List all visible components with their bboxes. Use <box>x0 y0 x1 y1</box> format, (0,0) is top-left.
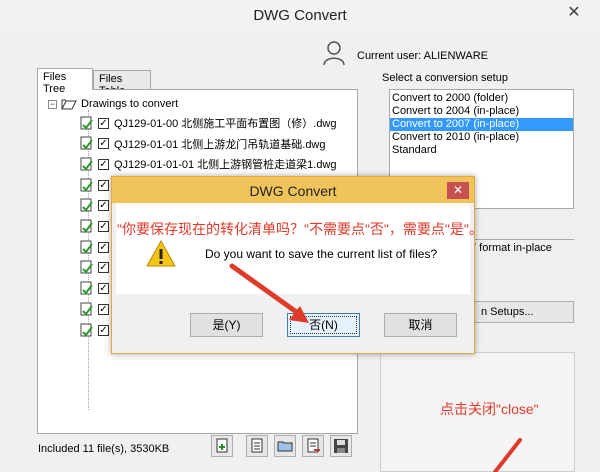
tree-file-item[interactable]: ✓ QJ129-01-00 北侧施工平面布置图（修）.dwg <box>80 114 337 132</box>
tab-files-table[interactable]: Files Table <box>93 70 151 97</box>
collapse-icon[interactable]: − <box>48 99 57 109</box>
dialog-titlebar: DWG Convert ✕ <box>112 177 474 203</box>
save-list-button[interactable] <box>330 435 352 457</box>
user-icon <box>323 41 345 66</box>
setup-description-text: 7 format in-place <box>470 242 552 254</box>
file-checkbox[interactable]: ✓ <box>98 262 109 274</box>
dialog-message: Do you want to save the current list of … <box>205 247 438 261</box>
window-close-button[interactable]: ✕ <box>556 2 592 24</box>
save-list-dialog: DWG Convert ✕ Do you want to save the cu… <box>111 176 475 354</box>
yes-button[interactable]: 是(Y) <box>190 313 263 337</box>
file-checkbox[interactable]: ✓ <box>98 158 109 170</box>
save-icon <box>334 439 348 453</box>
file-checkbox[interactable]: ✓ <box>98 179 109 191</box>
dwg-file-icon <box>80 323 93 337</box>
file-name-label: QJ129-01-00 北侧施工平面布置图（修）.dwg <box>114 118 337 130</box>
tree-file-item[interactable]: ✓ <box>80 300 114 318</box>
setup-list-item[interactable]: Standard <box>390 144 573 157</box>
file-checkbox[interactable]: ✓ <box>98 138 109 150</box>
file-checkbox[interactable]: ✓ <box>98 324 109 336</box>
tree-file-item[interactable]: ✓ <box>80 197 114 215</box>
annotation-top-text: "你要保存现在的转化清单吗？"不需要点"否"，需要点"是"。 <box>117 221 483 237</box>
dwg-file-icon <box>80 302 93 316</box>
tree-file-item[interactable]: ✓ QJ129-01-01 北侧上游龙门吊轨道基础.dwg <box>80 135 326 153</box>
current-user-label: Current user: ALIENWARE <box>357 50 489 62</box>
status-text: Included 11 file(s), 3530KB <box>38 443 170 455</box>
file-name-label: QJ129-01-01-01 北侧上游钢管桩走道梁1.dwg <box>114 159 337 172</box>
tree-file-item[interactable]: ✓ <box>80 218 114 236</box>
tree-file-item[interactable]: ✓ <box>80 321 114 339</box>
file-checkbox[interactable]: ✓ <box>98 303 109 315</box>
tree-file-item[interactable]: ✓ <box>80 176 114 194</box>
setup-list-item[interactable]: Convert to 2004 (in-place) <box>390 105 573 118</box>
window-title: DWG Convert <box>253 7 347 24</box>
file-checkbox[interactable]: ✓ <box>98 241 109 253</box>
tree-file-item[interactable]: ✓ <box>80 238 114 256</box>
remove-files-button[interactable] <box>302 435 324 457</box>
setup-list-item[interactable]: Convert to 2010 (in-place) <box>390 131 573 144</box>
warning-icon <box>146 240 176 267</box>
dwg-file-icon <box>80 157 93 171</box>
annotation-bottom-text: 点击关闭"close" <box>440 401 539 417</box>
dwg-file-icon <box>80 260 93 274</box>
main-titlebar: DWG Convert ✕ <box>0 0 600 30</box>
file-checkbox[interactable]: ✓ <box>98 221 109 232</box>
cancel-button[interactable]: 取消 <box>384 313 457 337</box>
file-list-icon <box>251 438 263 453</box>
tree-root[interactable]: − Drawings to convert <box>48 96 178 112</box>
dwg-file-icon <box>80 240 93 254</box>
no-button[interactable]: 否(N) <box>287 313 360 337</box>
add-list-button[interactable] <box>246 435 268 457</box>
dwg-file-icon <box>80 178 93 192</box>
tab-files-tree[interactable]: Files Tree <box>37 68 93 95</box>
tree-file-item[interactable]: ✓ <box>80 280 114 298</box>
setup-list-label: Select a conversion setup <box>382 72 508 84</box>
dwg-file-icon <box>80 219 93 233</box>
dialog-title: DWG Convert <box>249 183 337 199</box>
drawings-folder-icon <box>61 99 77 110</box>
add-folder-button[interactable] <box>274 435 296 457</box>
tree-file-item[interactable]: ✓ QJ129-01-01-01 北侧上游钢管桩走道梁1.dwg <box>80 155 337 173</box>
setup-list-item[interactable]: Convert to 2007 (in-place) <box>390 118 573 131</box>
dwg-file-icon <box>80 198 93 212</box>
dwg-file-icon <box>80 281 93 295</box>
dwg-file-icon <box>80 136 93 150</box>
file-checkbox[interactable]: ✓ <box>98 283 109 295</box>
dwg-file-icon <box>80 116 93 130</box>
file-name-label: QJ129-01-01 北侧上游龙门吊轨道基础.dwg <box>114 138 326 151</box>
tree-file-item[interactable]: ✓ <box>80 259 114 277</box>
dialog-close-button[interactable]: ✕ <box>447 182 469 199</box>
file-checkbox[interactable]: ✓ <box>98 200 109 212</box>
file-checkbox[interactable]: ✓ <box>98 117 109 129</box>
add-files-button[interactable] <box>211 435 233 457</box>
remove-list-icon <box>307 438 320 453</box>
tree-root-label: Drawings to convert <box>81 98 179 110</box>
setup-list-item[interactable]: Convert to 2000 (folder) <box>390 92 573 105</box>
manage-setups-button[interactable]: n Setups... <box>468 301 574 323</box>
add-file-icon <box>216 438 228 453</box>
folder-icon <box>277 441 293 452</box>
